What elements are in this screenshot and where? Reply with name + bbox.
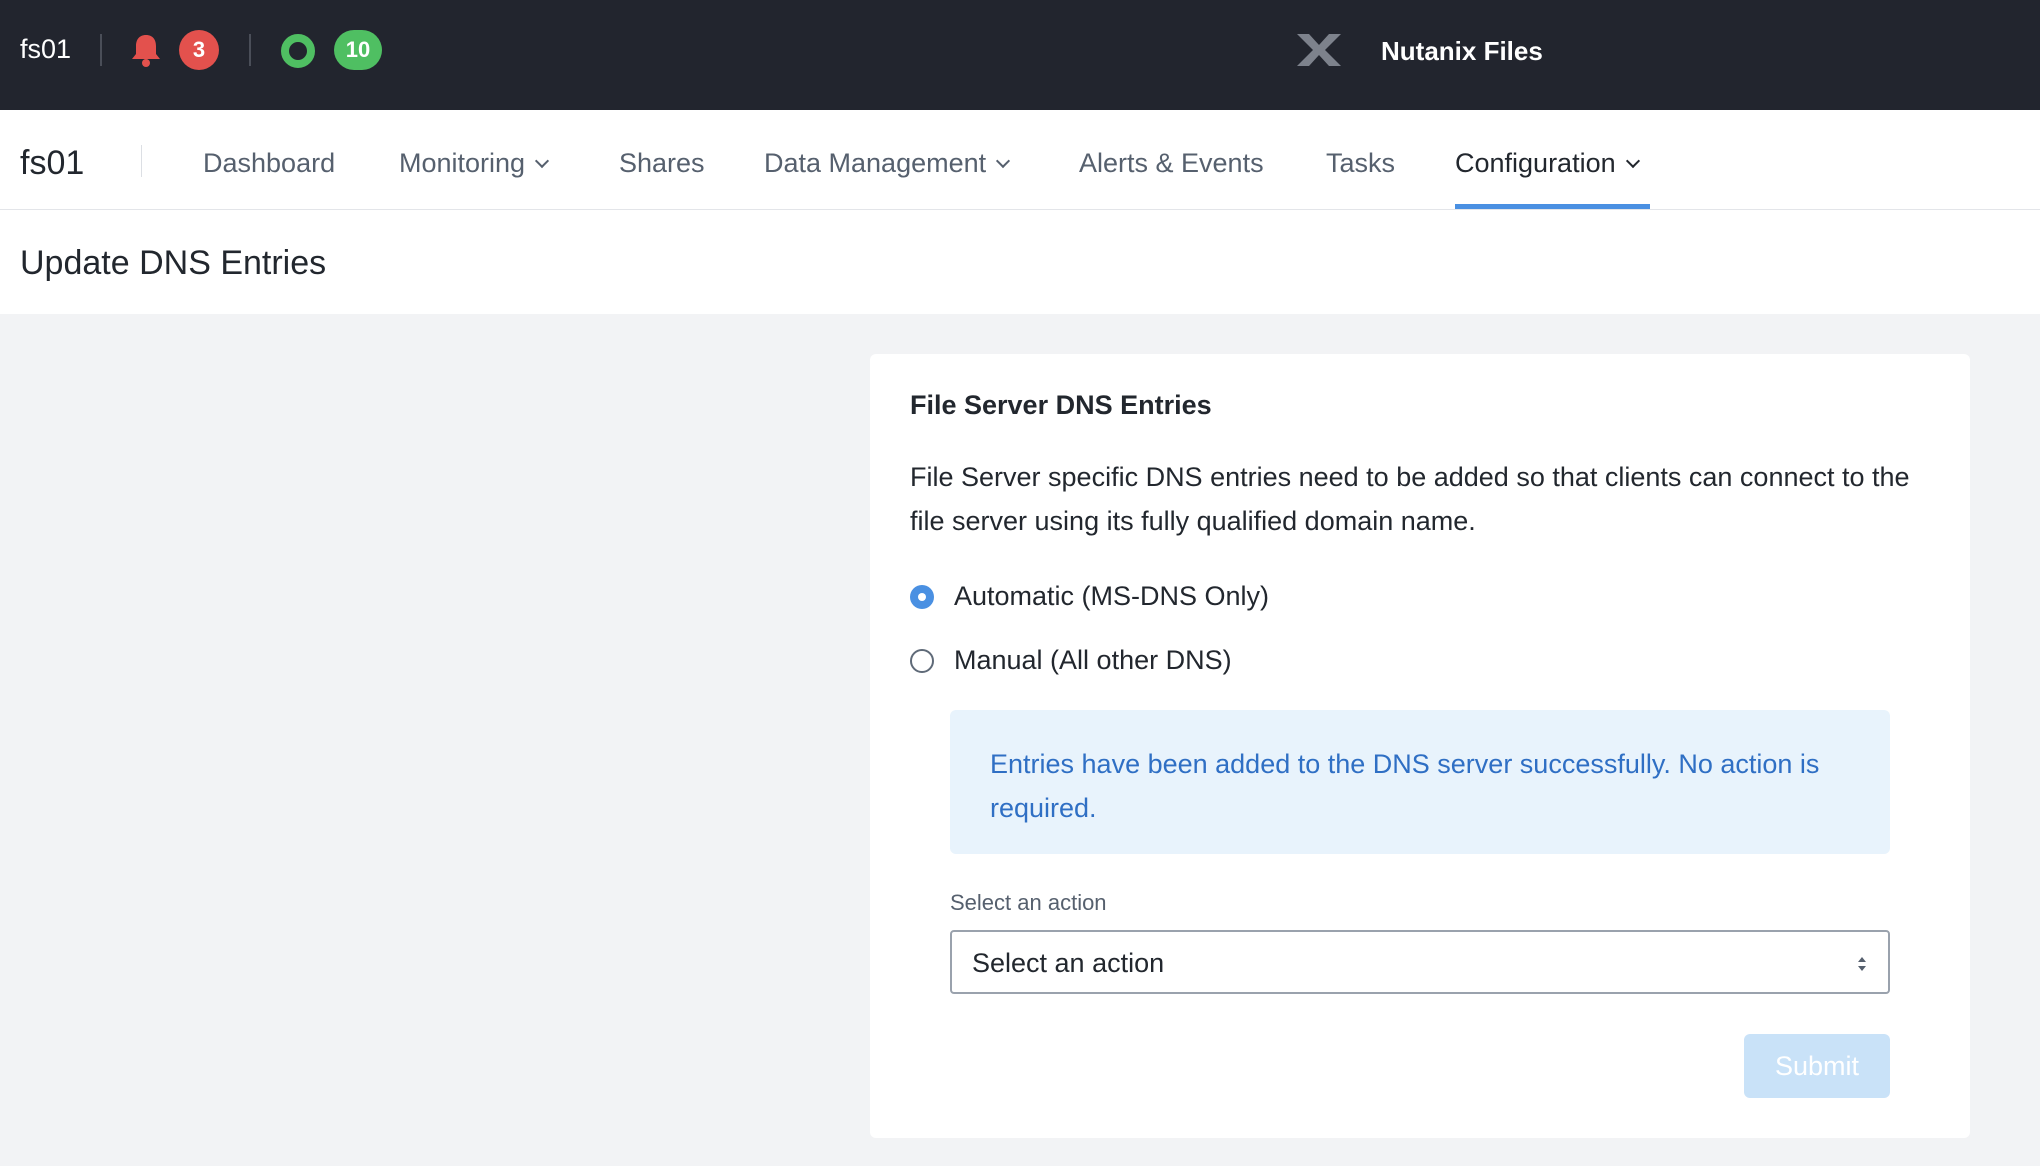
nav-item-label: Alerts & Events bbox=[1079, 148, 1264, 178]
top-bar: fs01 3 10 Nutanix Files bbox=[0, 0, 2040, 110]
nav-item-dashboard[interactable]: Dashboard bbox=[203, 148, 335, 179]
top-bar-divider bbox=[100, 34, 102, 66]
nav-item-label: Configuration bbox=[1455, 148, 1616, 178]
submit-button[interactable]: Submit bbox=[1744, 1034, 1890, 1098]
nav-item-alerts-events[interactable]: Alerts & Events bbox=[1079, 148, 1264, 179]
nav-item-data-management[interactable]: Data Management bbox=[764, 148, 1011, 179]
cluster-name[interactable]: fs01 bbox=[20, 34, 71, 65]
action-select-value: Select an action bbox=[972, 948, 1165, 978]
nutanix-logo-icon bbox=[1297, 34, 1341, 66]
dns-entries-card: File Server DNS Entries File Server spec… bbox=[870, 354, 1970, 1138]
radio-manual[interactable]: Manual (All other DNS) bbox=[910, 645, 1232, 676]
radio-automatic[interactable]: Automatic (MS-DNS Only) bbox=[910, 581, 1269, 612]
active-tab-indicator bbox=[1455, 204, 1650, 209]
nav-bar: fs01 Dashboard Monitoring Shares Data Ma… bbox=[0, 110, 2040, 210]
tasks-count-badge[interactable]: 10 bbox=[334, 30, 382, 70]
nav-item-monitoring[interactable]: Monitoring bbox=[399, 148, 550, 179]
nav-item-label: Tasks bbox=[1326, 148, 1396, 178]
chevron-down-icon bbox=[996, 153, 1011, 169]
nav-item-shares[interactable]: Shares bbox=[619, 148, 705, 179]
card-heading: File Server DNS Entries bbox=[910, 390, 1212, 420]
card-description: File Server specific DNS entries need to… bbox=[910, 462, 1910, 536]
select-arrows-icon bbox=[1858, 957, 1866, 971]
nav-item-configuration[interactable]: Configuration bbox=[1455, 148, 1640, 179]
action-field-label: Select an action bbox=[950, 890, 1107, 915]
nav-item-label: Shares bbox=[619, 148, 705, 178]
chevron-down-icon bbox=[1625, 153, 1640, 169]
nav-divider bbox=[141, 145, 142, 177]
radio-button-checked[interactable] bbox=[910, 584, 934, 609]
file-server-name: fs01 bbox=[20, 144, 85, 182]
status-ring-icon[interactable] bbox=[281, 34, 315, 68]
page-title: Update DNS Entries bbox=[20, 244, 327, 282]
radio-label: Automatic (MS-DNS Only) bbox=[954, 581, 1270, 611]
info-message: Entries have been added to the DNS serve… bbox=[950, 710, 1890, 854]
radio-label: Manual (All other DNS) bbox=[954, 645, 1232, 675]
nav-item-label: Monitoring bbox=[399, 148, 526, 178]
nav-item-tasks[interactable]: Tasks bbox=[1326, 148, 1395, 179]
page-header: Update DNS Entries bbox=[0, 210, 2040, 314]
alerts-count-badge[interactable]: 3 bbox=[179, 30, 219, 70]
radio-button[interactable] bbox=[910, 648, 934, 673]
nav-item-label: Dashboard bbox=[203, 148, 336, 178]
action-select[interactable]: Select an action bbox=[950, 930, 1890, 994]
top-bar-divider bbox=[249, 34, 251, 66]
chevron-down-icon bbox=[534, 153, 550, 169]
nav-item-label: Data Management bbox=[764, 148, 987, 178]
product-name: Nutanix Files bbox=[1381, 36, 1543, 66]
bell-icon[interactable] bbox=[129, 32, 163, 68]
